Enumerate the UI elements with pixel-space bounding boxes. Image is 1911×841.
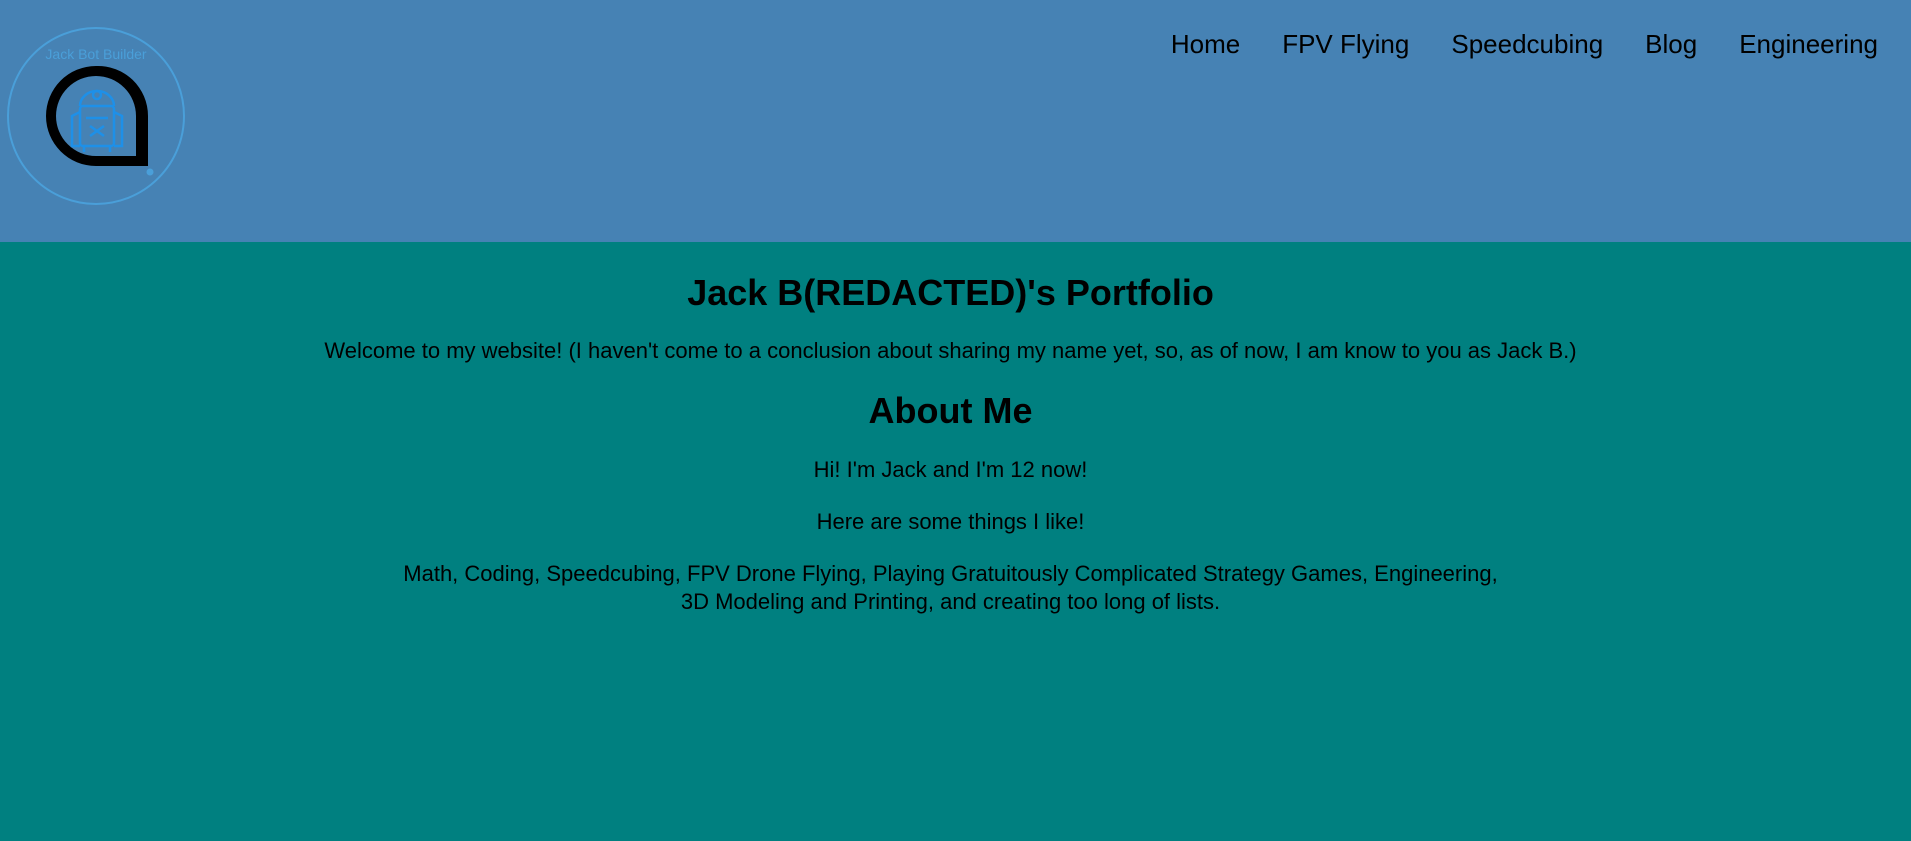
nav-fpv-flying[interactable]: FPV Flying [1261,27,1430,61]
nav-blog[interactable]: Blog [1624,27,1718,61]
intro-text: Hi! I'm Jack and I'm 12 now! [813,457,1088,482]
welcome-text: Welcome to my website! (I haven't come t… [324,338,1577,363]
nav-speedcubing[interactable]: Speedcubing [1430,27,1624,61]
things-intro-text: Here are some things I like! [816,509,1085,534]
site-logo[interactable]: Jack Bot Builder [6,26,186,206]
nav-home[interactable]: Home [1150,27,1261,61]
nav-engineering[interactable]: Engineering [1718,27,1878,61]
main-nav: Home FPV Flying Speedcubing Blog Enginee… [1150,27,1878,61]
likes-list-text: Math, Coding, Speedcubing, FPV Drone Fly… [403,561,1498,614]
main-content: Jack B(REDACTED)'s Portfolio Welcome to … [0,242,1901,616]
site-header: Jack Bot Builder Home FPV Flying Speedcu… [0,0,1911,242]
page-title: Jack B(REDACTED)'s Portfolio [687,272,1214,313]
logo-text: Jack Bot Builder [45,46,147,62]
about-heading: About Me [868,390,1033,431]
